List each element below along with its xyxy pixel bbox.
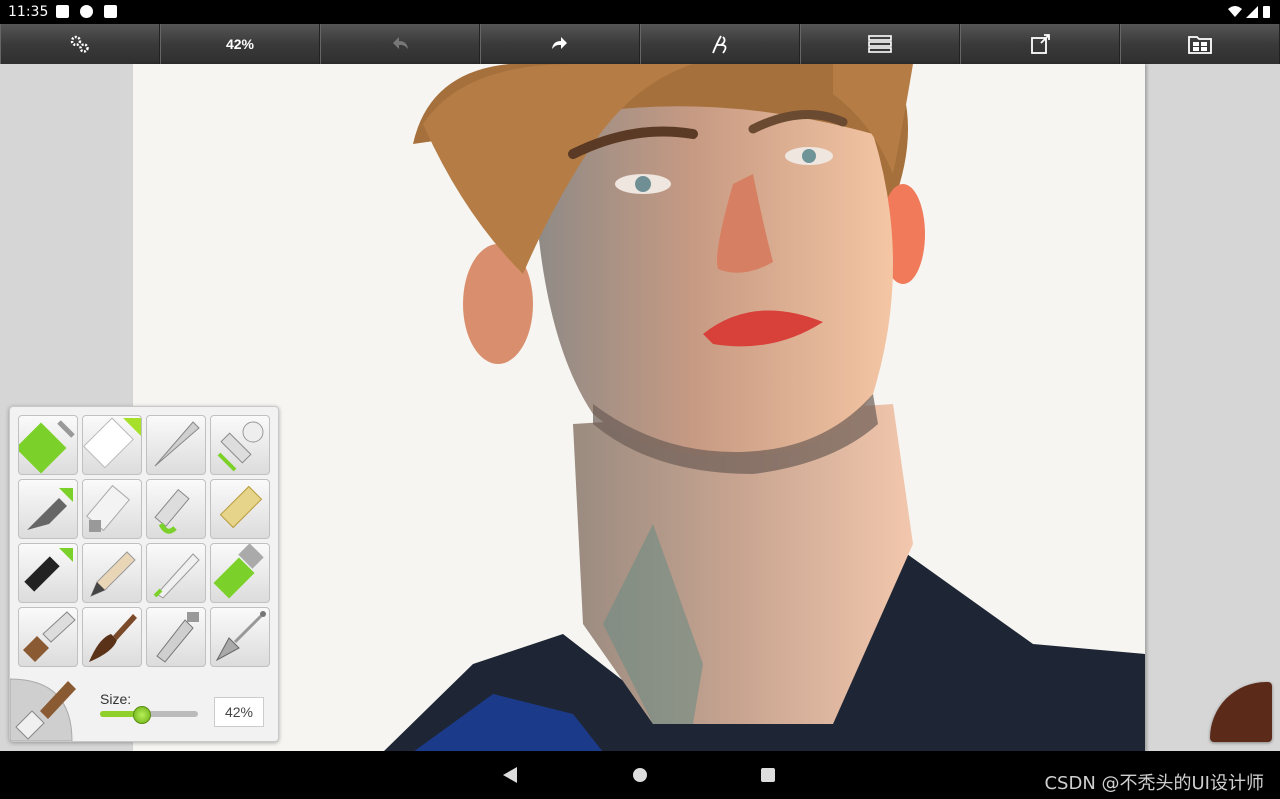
notification-icon bbox=[56, 5, 69, 18]
tool-paint-tube[interactable] bbox=[82, 479, 142, 539]
export-button[interactable] bbox=[960, 24, 1120, 64]
ink-pen-icon bbox=[24, 548, 73, 592]
size-value[interactable]: 42% bbox=[214, 697, 264, 727]
gallery-button[interactable] bbox=[1120, 24, 1280, 64]
redo-button[interactable] bbox=[480, 24, 640, 64]
notification-icon bbox=[80, 5, 93, 18]
paint-roller-icon bbox=[19, 420, 75, 474]
tool-round-brush[interactable] bbox=[82, 607, 142, 667]
watermark: CSDN @不秃头的UI设计师 bbox=[1044, 773, 1264, 794]
layers-button[interactable] bbox=[800, 24, 960, 64]
round-brush-icon bbox=[89, 614, 137, 662]
sd-card-icon bbox=[104, 5, 117, 18]
glitter-tube-icon bbox=[154, 489, 190, 534]
crayon-icon bbox=[213, 544, 264, 599]
paint-tube-icon bbox=[86, 484, 130, 532]
tool-glitter-tube[interactable] bbox=[146, 479, 206, 539]
undo-button[interactable] bbox=[320, 24, 480, 64]
tool-spatula[interactable] bbox=[210, 607, 270, 667]
tool-palette-knife[interactable] bbox=[146, 415, 206, 475]
top-toolbar: 42% bbox=[0, 24, 1280, 64]
current-tool-preview[interactable] bbox=[9, 675, 76, 742]
glitter-icon bbox=[219, 485, 263, 529]
airbrush-icon bbox=[27, 488, 73, 530]
zoom-label: 42% bbox=[225, 36, 255, 52]
pencil-icon bbox=[90, 551, 136, 597]
palette-knife-icon bbox=[154, 421, 200, 467]
layers-icon bbox=[868, 35, 892, 53]
battery-icon bbox=[1263, 6, 1270, 18]
tool-eraser[interactable] bbox=[82, 415, 142, 475]
flat-brush-icon bbox=[23, 611, 76, 662]
eraser-icon bbox=[83, 417, 141, 469]
tool-pencil[interactable] bbox=[82, 543, 142, 603]
fill-icon bbox=[156, 612, 199, 663]
home-icon[interactable] bbox=[632, 767, 648, 783]
tool-stamp[interactable] bbox=[210, 415, 270, 475]
status-bar: 11:35 bbox=[0, 0, 1280, 24]
zoom-button[interactable]: 42% bbox=[160, 24, 320, 64]
color-picker[interactable] bbox=[1210, 682, 1272, 742]
settings-button[interactable] bbox=[0, 24, 160, 64]
stamp-icon bbox=[217, 421, 264, 472]
tool-ink-pen[interactable] bbox=[18, 543, 78, 603]
back-icon[interactable] bbox=[503, 767, 519, 783]
tool-panel: Size: 42% bbox=[9, 406, 279, 742]
tool-airbrush[interactable] bbox=[18, 479, 78, 539]
portrait-painting bbox=[383, 64, 1145, 752]
artrage-logo-icon bbox=[712, 35, 727, 54]
size-label: Size: bbox=[100, 691, 132, 707]
wifi-icon bbox=[1228, 6, 1242, 17]
tool-flat-brush[interactable] bbox=[18, 607, 78, 667]
tool-paint-roller[interactable] bbox=[18, 415, 78, 475]
tool-glitter[interactable] bbox=[210, 479, 270, 539]
flat-brush-icon bbox=[9, 678, 76, 742]
tool-grid bbox=[18, 415, 270, 667]
status-time: 11:35 bbox=[8, 4, 49, 20]
felt-pen-icon bbox=[153, 553, 200, 599]
size-slider[interactable] bbox=[100, 706, 198, 724]
gears-icon bbox=[70, 35, 89, 53]
undo-icon bbox=[393, 37, 408, 49]
tool-crayon[interactable] bbox=[210, 543, 270, 603]
tool-felt-pen[interactable] bbox=[146, 543, 206, 603]
recents-icon[interactable] bbox=[760, 767, 776, 783]
signal-icon bbox=[1246, 6, 1258, 18]
brush-settings-button[interactable] bbox=[640, 24, 800, 64]
drawing-canvas[interactable] bbox=[133, 64, 1145, 752]
system-icons bbox=[1228, 5, 1272, 22]
gallery-icon bbox=[1188, 36, 1212, 54]
export-icon bbox=[1031, 34, 1050, 54]
redo-icon bbox=[552, 37, 567, 49]
spatula-icon bbox=[215, 611, 266, 662]
size-slider-knob[interactable] bbox=[133, 706, 152, 724]
tool-fill[interactable] bbox=[146, 607, 206, 667]
